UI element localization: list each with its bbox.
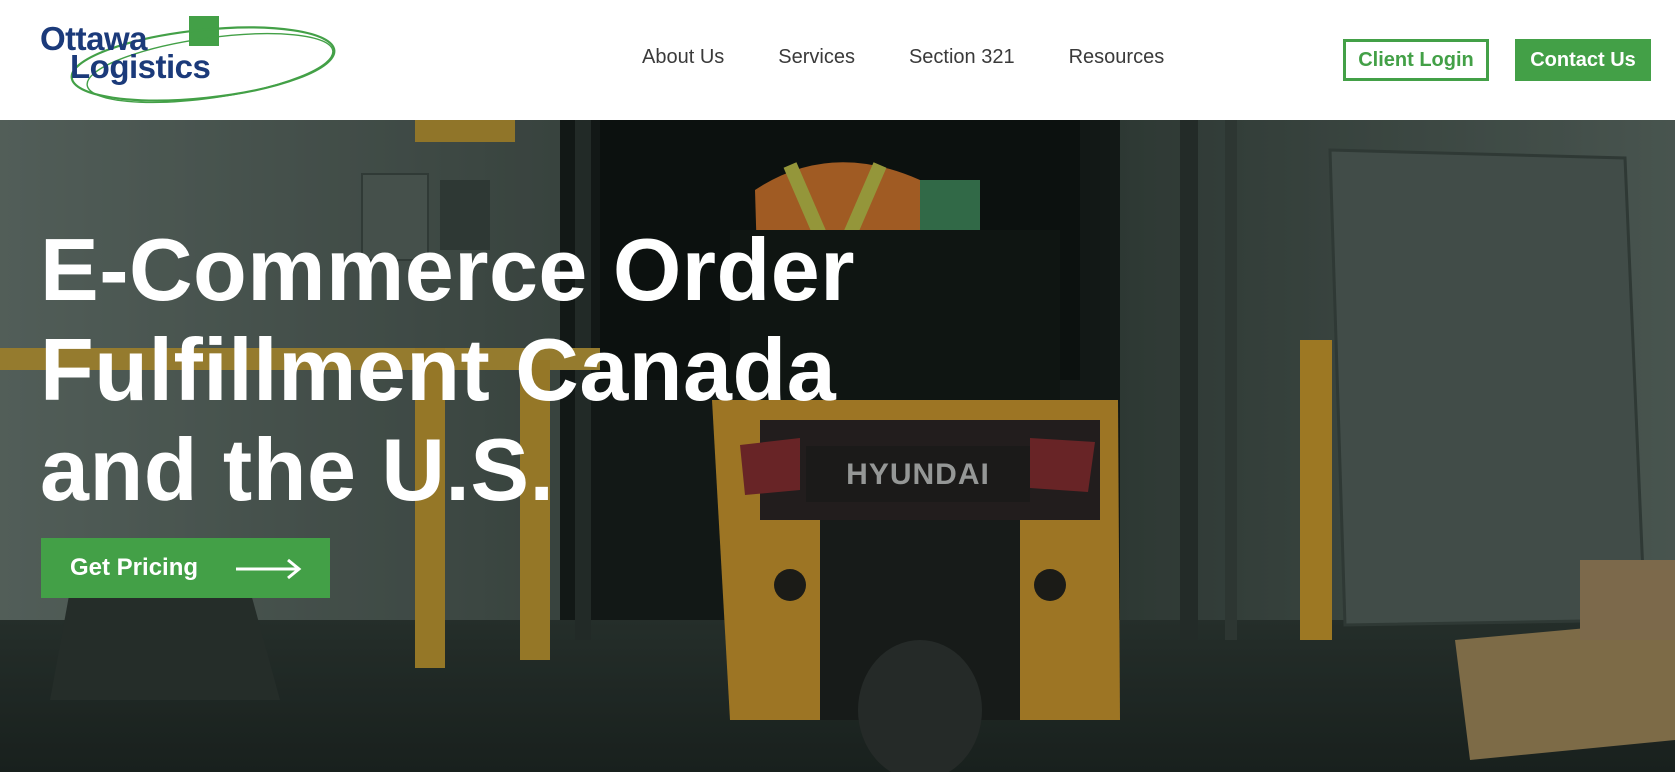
get-pricing-button[interactable]: Get Pricing: [41, 538, 330, 598]
arrow-right-icon: [236, 558, 302, 580]
nav-item-section-321[interactable]: Section 321: [909, 46, 1015, 69]
hero-title-line-1: E-Commerce Order: [40, 220, 855, 319]
hero-title-line-3: and the U.S.: [40, 420, 555, 519]
nav-item-resources[interactable]: Resources: [1069, 46, 1165, 69]
client-login-button[interactable]: Client Login: [1343, 39, 1489, 81]
hero-title-line-2: Fulfillment Canada: [40, 320, 837, 419]
nav-item-services[interactable]: Services: [778, 46, 855, 69]
hero-title: E-Commerce Order Fulfillment Canada and …: [40, 220, 1000, 520]
nav-item-about-us[interactable]: About Us: [642, 46, 724, 69]
hero-section: HYUNDAI E-Commerce Order Fulfillment Can…: [0, 120, 1675, 772]
get-pricing-label: Get Pricing: [70, 554, 199, 581]
main-nav: About Us Services Section 321 Resources: [642, 46, 1164, 69]
ottawa-logistics-logo[interactable]: Ottawa Logistics: [40, 12, 340, 108]
contact-us-button[interactable]: Contact Us: [1515, 39, 1651, 81]
logo-wordmark-line2: Logistics: [70, 48, 211, 85]
site-header: Ottawa Logistics About Us Services Secti…: [0, 0, 1675, 120]
